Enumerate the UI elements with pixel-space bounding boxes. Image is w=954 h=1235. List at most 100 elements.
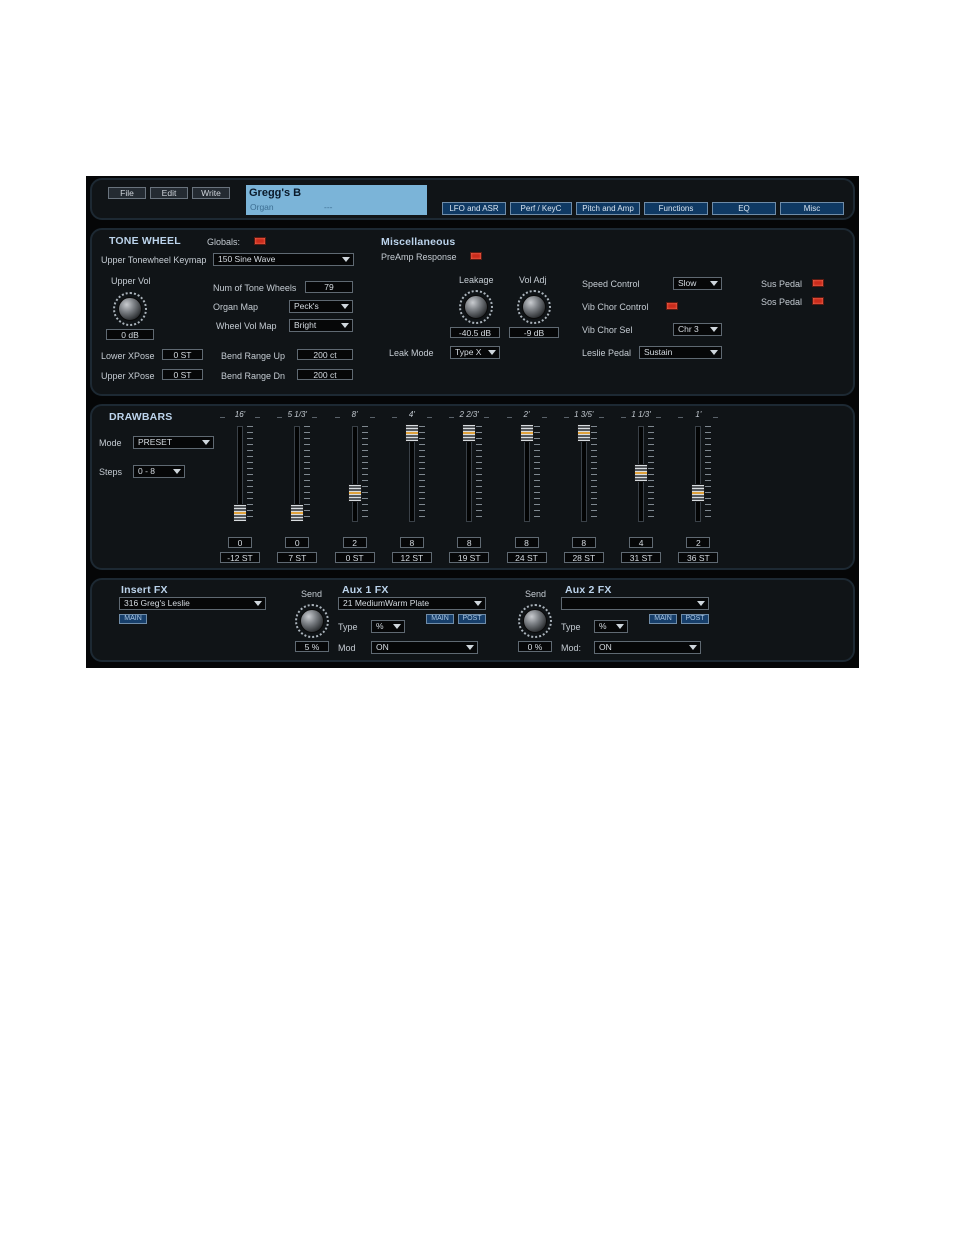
drawbar-handle[interactable] [462,424,477,442]
drawbar-value[interactable]: 2 [686,537,711,548]
drawbar-value[interactable]: 0 [285,537,310,548]
aux2-post-tag[interactable]: POST [681,614,709,624]
drawbar-scale [361,426,368,522]
aux1-main-tag[interactable]: MAIN [426,614,454,624]
aux2-title: Aux 2 FX [565,584,612,596]
upper-vol-value[interactable]: 0 dB [106,329,154,340]
drawbar-handle[interactable] [290,504,305,522]
vib-sel-value: Chr 3 [678,324,699,334]
leslie-select[interactable]: Sustain [639,346,722,359]
num-wheels-value[interactable]: 79 [305,281,353,293]
aux1-type-value: % [376,621,384,631]
drawbar-semitone: 7 ST [277,552,318,563]
drawbar-value[interactable]: 4 [629,537,654,548]
globals-toggle[interactable] [254,237,266,245]
steps-select[interactable]: 0 - 8 [133,465,185,478]
leakage-value[interactable]: -40.5 dB [450,327,500,338]
vib-ctrl-toggle[interactable] [666,302,678,310]
drawbar-semitone: 36 ST [678,552,719,563]
aux2-send-knob[interactable] [523,609,547,633]
globals-label: Globals: [207,237,241,247]
program-display: Gregg's B Organ --- [246,185,427,215]
vol-adj-knob[interactable] [522,295,546,319]
drawbar-scale [590,426,597,522]
aux1-mod-label: Mod [338,643,356,653]
drawbar-scale [705,426,712,522]
leakage-knob[interactable] [464,295,488,319]
aux2-main-tag[interactable]: MAIN [649,614,677,624]
keymap-select[interactable]: 150 Sine Wave [213,253,354,266]
aux1-send-knob[interactable] [300,609,324,633]
drawbar-value[interactable]: 2 [342,537,367,548]
tab-misc[interactable]: Misc [780,202,844,215]
drawbar-handle[interactable] [347,484,362,502]
drawbar-value[interactable]: 8 [571,537,596,548]
wheel-vol-select[interactable]: Bright [289,319,353,332]
drawbar-value[interactable]: 0 [228,537,252,548]
upper-vol-knob[interactable] [118,297,142,321]
drawbar-value[interactable]: 8 [399,537,424,548]
tab-perf-keyc[interactable]: Perf / KeyC [510,202,572,215]
drawbar-scale [247,426,253,522]
tab-pitch-amp[interactable]: Pitch and Amp [576,202,640,215]
lower-xpose-value[interactable]: 0 ST [162,349,203,360]
leak-mode-label: Leak Mode [389,348,434,358]
insert-fx-select[interactable]: 316 Greg's Leslie [119,597,266,610]
drawbar-semitone: 31 ST [621,552,662,563]
aux1-post-tag[interactable]: POST [458,614,486,624]
drawbar-semitone: -12 ST [220,552,260,563]
drawbar-track [695,426,702,522]
drawbar-value[interactable]: 8 [457,537,482,548]
drawbar-semitone: 0 ST [334,552,375,563]
bend-dn-value[interactable]: 200 ct [297,369,353,380]
mode-select[interactable]: PRESET [133,436,214,449]
upper-xpose-value[interactable]: 0 ST [162,369,203,380]
edit-button[interactable]: Edit [150,187,188,199]
aux2-type-label: Type [561,622,581,632]
speed-select[interactable]: Slow [673,277,722,290]
insert-main-tag[interactable]: MAIN [119,614,147,624]
vib-sel-select[interactable]: Chr 3 [673,323,722,336]
preamp-toggle[interactable] [470,252,482,260]
aux1-mod-select[interactable]: ON [371,641,478,654]
aux2-send-value[interactable]: 0 % [518,641,552,652]
drawbars-panel: DRAWBARS Mode PRESET Steps 0 - 8 16' 0 -12… [90,404,855,570]
drawbar-handle[interactable] [634,464,649,482]
tab-lfo-asr[interactable]: LFO and ASR [442,202,506,215]
aux2-type-select[interactable]: % [594,620,628,633]
write-button[interactable]: Write [192,187,230,199]
aux1-select[interactable]: 21 MediumWarm Plate [338,597,486,610]
top-bar: File Edit Write Gregg's B Organ --- LFO … [90,178,855,220]
sos-pedal-toggle[interactable] [812,297,824,305]
drawbar-handle[interactable] [691,484,706,502]
drawbar-value[interactable]: 8 [514,537,539,548]
organ-map-select[interactable]: Peck's [289,300,353,313]
aux1-value: 21 MediumWarm Plate [343,598,430,608]
drawbar-handle[interactable] [233,504,247,522]
fx-panel: Insert FX 316 Greg's Leslie MAIN Send 5 … [90,578,855,662]
tab-functions[interactable]: Functions [644,202,708,215]
drawbar-footage-label: 5 1/3' [282,410,313,419]
aux1-type-select[interactable]: % [371,620,405,633]
vol-adj-value[interactable]: -9 dB [509,327,559,338]
bend-up-value[interactable]: 200 ct [297,349,353,360]
mode-label: Mode [99,438,122,448]
leak-mode-select[interactable]: Type X [450,346,500,359]
lower-xpose-label: Lower XPose [101,351,155,361]
drawbar-handle[interactable] [519,424,534,442]
organ-map-value: Peck's [294,301,319,311]
drawbar-handle[interactable] [576,424,591,442]
drawbar-handle[interactable] [404,424,419,442]
aux2-select[interactable] [561,597,709,610]
drawbar-footage-label: 4' [396,410,427,419]
drawbar-footage-label: 16' [225,410,255,419]
mode-value: PRESET [138,437,173,447]
sus-pedal-toggle[interactable] [812,279,824,287]
aux2-mod-select[interactable]: ON [594,641,701,654]
leslie-label: Leslie Pedal [582,348,632,358]
aux1-send-value[interactable]: 5 % [295,641,329,652]
drawbar-scale [476,426,483,522]
tab-eq[interactable]: EQ [712,202,776,215]
file-button[interactable]: File [108,187,146,199]
leslie-value: Sustain [644,347,673,357]
